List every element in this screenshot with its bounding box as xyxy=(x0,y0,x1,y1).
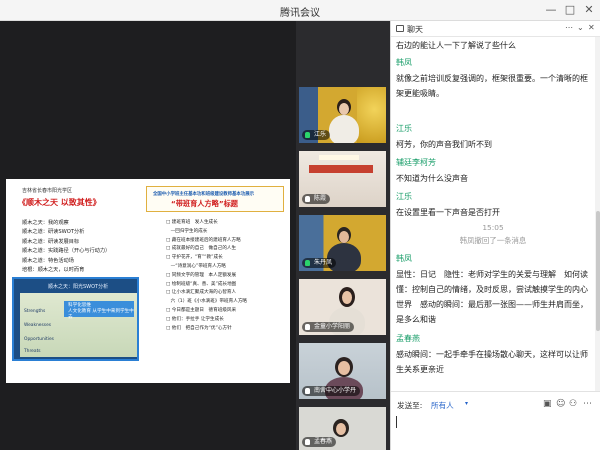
chat-message-text: 柯芳，你的声音我们听不到 xyxy=(396,140,492,149)
video-tile[interactable]: 陈霞 xyxy=(299,151,386,207)
chat-message-text: 感动瞬间：一起手牵手在操场散心聊天，这样可以让师生关系更亲近 xyxy=(396,350,588,374)
chat-header: 聊天 ⋯ ⌄ ✕ xyxy=(391,21,600,37)
chat-input-area: 发送至: 所有人 ▾ ▣ ☺ ⚇ ⋯ xyxy=(391,391,600,450)
swot-word: Strengths xyxy=(24,309,46,314)
slide-right-header: 全国中小学班主任基本功和班级建设教师基本功展示 “带班育人方略”标题 xyxy=(146,186,284,212)
title-bar: 腾讯会议 — □ ✕ xyxy=(0,0,600,21)
chat-scrollbar-thumb[interactable] xyxy=(596,211,600,331)
slide-right-item: —“诗意润心”带班育人方略 xyxy=(166,263,226,269)
mic-icon xyxy=(305,388,310,394)
chat-message-sender: 韩凤 xyxy=(396,58,412,67)
shared-screen[interactable]: 吉林省长春市阳光学区 《顺木之天 以致其性》 顺木之天：我的观察 顺木之道：研读… xyxy=(0,21,296,450)
video-tile[interactable]: 南舍中心小学丹 xyxy=(299,343,386,399)
video-gallery[interactable]: 江乐 陈霞 朱丹凤 金童小学阳丽 南舍中心小学丹 孟春燕 xyxy=(296,21,390,450)
slide-right-list: □ 建班育班 发人生成长 —回归学生的成长 □ 藏在班本接建班后的建班育人方略 … xyxy=(166,219,247,333)
system-time: 15:05 xyxy=(482,223,504,232)
send-to-label: 发送至: xyxy=(397,401,423,410)
slide-right-item: □ 藏在班本接建班后的建班育人方略 xyxy=(166,237,241,243)
mic-icon xyxy=(305,196,310,202)
swot-image-title: 顺木之天：阳光SWOT分析 xyxy=(48,284,109,290)
more-icon[interactable]: ⋯ xyxy=(583,399,592,409)
slide-right-item: □ 让小水滴汇聚成大海的心智育人 xyxy=(166,290,237,296)
chat-message-input[interactable] xyxy=(395,414,597,448)
chat-message-text: 不知道为什么没声音 xyxy=(396,174,468,183)
chat-message-sender: 孟春燕 xyxy=(396,334,420,343)
participant-body xyxy=(329,115,359,143)
slide-right-item: □ 守护花开，“育”“教”成长 xyxy=(166,255,223,261)
system-notice: 韩凤撤回了一条消息 xyxy=(459,236,527,245)
window-title: 腾讯会议 xyxy=(280,8,320,19)
slide-right-header-line1: 全国中小学班主任基本功和班级建设教师基本功展示 xyxy=(153,192,254,197)
shared-slide: 吉林省长春市阳光学区 《顺木之天 以致其性》 顺木之天：我的观察 顺木之道：研读… xyxy=(6,179,290,383)
swot-word: Threats xyxy=(24,349,41,354)
send-to-dropdown[interactable]: 所有人 xyxy=(431,400,454,411)
swot-band-line: 人文化教育 从学生中来到学生中去 xyxy=(68,309,134,320)
slide-left-item: 顺木之道：实践路径（开心与行动力） xyxy=(22,248,111,255)
participant-face xyxy=(342,291,352,304)
emoji-icon[interactable]: ☺ xyxy=(556,399,565,409)
participant-face xyxy=(339,231,349,243)
text-cursor xyxy=(396,416,397,428)
slide-left-title: 《顺木之天 以致其性》 xyxy=(18,197,101,207)
close-icon[interactable]: ✕ xyxy=(588,23,595,32)
slide-left-item: 顺木之道：特色活动场 xyxy=(22,257,74,264)
red-banner xyxy=(309,165,373,173)
file-icon[interactable]: ▣ xyxy=(543,399,552,409)
maximize-button[interactable]: □ xyxy=(563,3,577,17)
slide-left-item: 顺木之天：我的观察 xyxy=(22,220,69,226)
mic-icon xyxy=(305,324,310,330)
chat-message-sender: 江乐 xyxy=(396,192,412,201)
ceiling-light xyxy=(319,155,359,160)
chat-panel: 聊天 ⋯ ⌄ ✕ 右边的能让人一下了解说了些什么 韩凤 就像之前培训反复强调的，… xyxy=(390,21,600,450)
slide-right-item: □ 成就最好的自己 做自己的人生 xyxy=(166,246,237,252)
chat-message-text: 显性：日记 隐性：老师对学生的关爱与理解 如何读懂：控制自己的情绪，及时反思，尝… xyxy=(396,270,588,324)
slide-left-item: 顺木之道：研读SWOT分析 xyxy=(22,229,85,236)
chevron-down-icon[interactable]: ⌄ xyxy=(577,23,584,32)
swot-image: 顺木之天：阳光SWOT分析 科学化思维 人文化教育 从学生中来到学生中去 Str… xyxy=(12,277,139,361)
mic-icon xyxy=(305,132,310,138)
participant-name: 南舍中心小学丹 xyxy=(302,386,361,396)
close-button[interactable]: ✕ xyxy=(582,3,596,17)
video-tile[interactable]: 朱丹凤 xyxy=(299,215,386,271)
slide-left-item: 培根：顺木之天，以时而育 xyxy=(22,267,85,274)
slide-right-item: □ 他们：手拉手 让学生成长 xyxy=(166,316,224,322)
chat-message-text: 就像之前培训反复强调的，框架很重要。一个清晰的框架更能吸睛。 xyxy=(396,74,588,98)
video-tile[interactable]: 金童小学阳丽 xyxy=(299,279,386,335)
slide-left-item: 顺木之道：研读发展目标 xyxy=(22,238,80,245)
video-tile[interactable]: 江乐 xyxy=(299,87,386,143)
slide-left-subtitle: 吉林省长春市阳光学区 xyxy=(22,188,73,194)
slide-right-item: □ 他们 把自己作为“优”心方针 xyxy=(166,325,232,331)
chat-title: 聊天 xyxy=(407,25,423,34)
slide-right-item: □ 同频文字的管理 本人定额发展 xyxy=(166,272,237,278)
minimize-button[interactable]: — xyxy=(544,3,558,17)
slide-right-item: □ 建班育班 发人生成长 xyxy=(166,220,218,225)
chat-icon xyxy=(396,25,404,32)
chat-message-text: 在设置里看一下声音是否打开 xyxy=(396,208,500,217)
swot-word: Opportunities xyxy=(24,337,54,342)
chat-message-sender: 辅廷李柯芳 xyxy=(396,158,436,167)
participant-face xyxy=(336,423,346,435)
swot-word: Weaknesses xyxy=(24,323,52,328)
chevron-down-icon[interactable]: ▾ xyxy=(465,400,468,407)
slide-right-item: —回归学生的成长 xyxy=(166,228,208,234)
slide-right-item: □ 绘制班级“真、善、美”成长地图 xyxy=(166,281,237,287)
swot-band-text: 科学化思维 人文化教育 从学生中来到学生中去 xyxy=(68,303,137,321)
chat-message-list[interactable]: 右边的能让人一下了解说了些什么 韩凤 就像之前培训反复强调的，框架很重要。一个清… xyxy=(391,37,595,391)
slide-right-header-line2: “带班育人方略”标题 xyxy=(171,199,238,208)
video-tile[interactable]: 孟春燕 xyxy=(299,407,386,450)
slide-right-item: 六（1）班《小水滴班》带班育人方略 xyxy=(166,299,248,305)
flower-pattern xyxy=(357,87,386,143)
more-icon[interactable]: ⋯ xyxy=(565,23,573,32)
slide-left-list: 顺木之天：我的观察 顺木之道：研读SWOT分析 顺木之道：研读发展目标 顺木之道… xyxy=(22,219,110,275)
chat-message-text: 右边的能让人一下了解说了些什么 xyxy=(396,41,516,50)
chat-message-sender: 江乐 xyxy=(396,124,412,133)
mic-icon xyxy=(305,260,310,266)
mic-icon xyxy=(305,439,310,445)
screenshot-icon[interactable]: ⚇ xyxy=(569,399,577,409)
chat-message-sender: 韩凤 xyxy=(396,254,412,263)
slide-right-item: □ 今日都是主题日 德育班级风采 xyxy=(166,307,237,313)
participant-face xyxy=(339,103,349,115)
participant-face xyxy=(338,361,350,375)
